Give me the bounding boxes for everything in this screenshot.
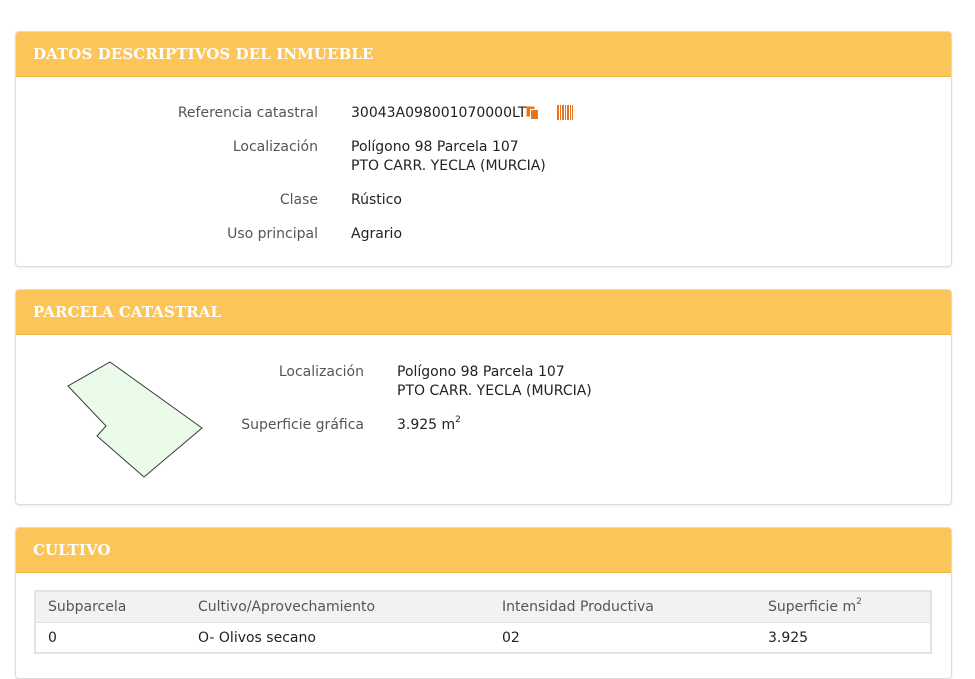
parcela-localizacion-line2: PTO CARR. YECLA (MURCIA) [397, 383, 592, 399]
uso-value: Agrario [351, 226, 403, 242]
clase-value: Rústico [351, 192, 402, 208]
col-subparcela: Subparcela [35, 591, 186, 623]
referencia-label: Referencia catastral [177, 105, 318, 121]
localizacion-line1: Polígono 98 Parcela 107 [351, 139, 519, 155]
referencia-value: 30043A098001070000LT [351, 105, 527, 121]
barcode-icon[interactable] [557, 105, 573, 120]
cell-subparcela: 0 [48, 629, 57, 646]
cell-cultivo: O- Olivos secano [198, 629, 316, 646]
panel-cultivo: CULTIVO Subparcela Cultivo/Aprovechamien… [15, 527, 952, 679]
superficie-unit-sup: 2 [455, 415, 461, 426]
localizacion-label: Localización [232, 139, 318, 155]
cell-superficie: 3.925 [768, 629, 809, 646]
superficie-value: 3.925 m2 [397, 415, 461, 433]
table-header-row: Subparcela Cultivo/Aprovechamiento Inten… [35, 591, 931, 623]
parcela-localizacion-label: Localización [278, 364, 364, 380]
localizacion-line2: PTO CARR. YECLA (MURCIA) [351, 158, 546, 174]
uso-label: Uso principal [227, 226, 318, 242]
panel-parcela-catastral: PARCELA CATASTRAL Localización Polígono … [15, 289, 952, 505]
superficie-label: Superficie gráfica [241, 417, 364, 433]
col-cultivo: Cultivo/Aprovechamiento [186, 591, 490, 623]
panel-title: PARCELA CATASTRAL [16, 290, 951, 335]
parcel-shape[interactable] [66, 360, 206, 480]
panel-datos-descriptivos: DATOS DESCRIPTIVOS DEL INMUEBLE Referenc… [15, 31, 952, 267]
col-superficie: Superficie m2 [756, 591, 931, 623]
col-intensidad: Intensidad Productiva [490, 591, 756, 623]
panel-title: CULTIVO [16, 528, 951, 573]
parcela-localizacion-line1: Polígono 98 Parcela 107 [397, 364, 565, 380]
copy-icon[interactable] [526, 106, 540, 120]
panel-title: DATOS DESCRIPTIVOS DEL INMUEBLE [16, 32, 951, 77]
clase-label: Clase [279, 192, 318, 208]
cell-intensidad: 02 [502, 629, 520, 646]
table-row: 0 O- Olivos secano 02 3.925 [35, 623, 931, 654]
cultivo-table: Subparcela Cultivo/Aprovechamiento Inten… [34, 590, 932, 654]
